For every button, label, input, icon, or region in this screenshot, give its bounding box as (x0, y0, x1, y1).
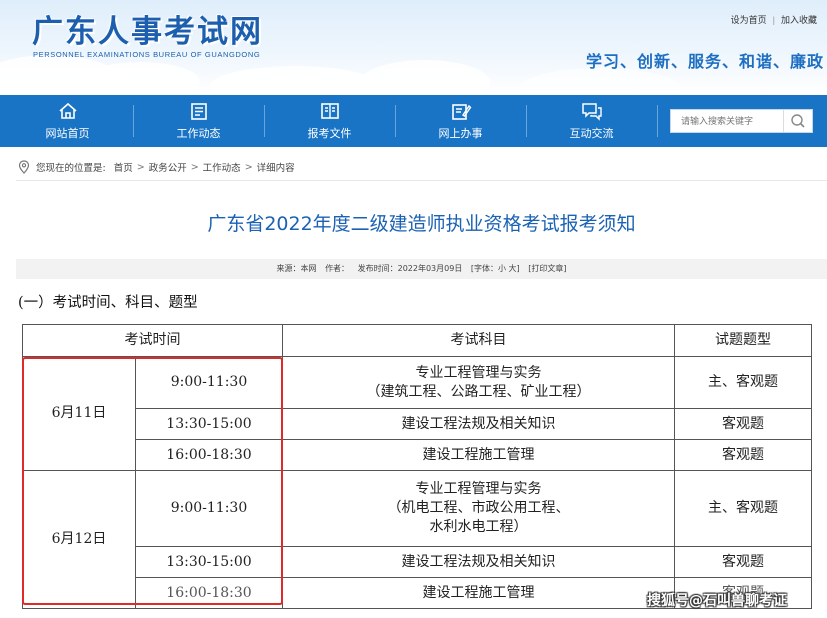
exam-subject-cell: 建设工程法规及相关知识 (282, 546, 675, 578)
exam-schedule-table: 考试时间 考试科目 试题题型 6月11日 9:00-11:30 专业工程管理与实… (22, 324, 812, 609)
exam-date-cell: 6月12日 (22, 470, 136, 609)
search-icon (791, 114, 805, 128)
link-separator: | (772, 15, 775, 25)
table-row: 16:00-18:30 建设工程施工管理 客观题 (23, 439, 812, 471)
question-type-cell: 客观题 (674, 439, 812, 471)
location-pin-icon (18, 160, 30, 174)
document-icon (320, 103, 339, 119)
nav-item-news[interactable]: 工作动态 (133, 95, 264, 147)
breadcrumb-separator: > (190, 161, 199, 173)
top-links: 设为首页 | 加入收藏 (725, 13, 817, 26)
nav-item-online-service[interactable]: 网上办事 (395, 95, 526, 147)
breadcrumb-separator: > (244, 161, 253, 173)
article-meta: 来源：本网 作者： 发布时间：2022年03月09日 [字体：小 大] [打印文… (16, 259, 827, 279)
news-icon (190, 103, 207, 120)
nav-divider (657, 105, 658, 137)
exam-time-cell: 16:00-18:30 (135, 439, 283, 471)
article-source: 来源：本网 (276, 264, 317, 273)
nav-item-documents[interactable]: 报考文件 (264, 95, 395, 147)
source-watermark: 搜狐号@石叫兽聊考证 (647, 593, 787, 609)
breadcrumb-separator: > (136, 161, 145, 173)
nav-item-label: 互动交流 (569, 127, 614, 140)
table-row: 6月11日 9:00-11:30 专业工程管理与实务 （建筑工程、公路工程、矿业… (22, 356, 812, 471)
exam-date-cell: 6月11日 (22, 356, 136, 471)
set-homepage-link[interactable]: 设为首页 (731, 15, 767, 25)
exam-subject-cell: 建设工程施工管理 (282, 439, 675, 471)
question-type-cell: 主、客观题 (674, 356, 812, 409)
exam-subject-cell: 建设工程施工管理 (282, 577, 675, 609)
site-header: 广东人事考试网 PERSONNEL EXAMINATIONS BUREAU OF… (0, 0, 827, 95)
cloud-decoration (520, 68, 680, 95)
font-size-toggle[interactable]: [字体：小 大] (471, 264, 520, 273)
exam-time-cell: 9:00-11:30 (135, 356, 283, 409)
search-input[interactable] (671, 110, 783, 132)
nav-item-interaction[interactable]: 互动交流 (526, 95, 657, 147)
edit-icon (451, 104, 471, 120)
breadcrumb-prefix: 您现在的位置是: (36, 163, 106, 174)
subject-line: （机电工程、市政公用工程、 (387, 500, 570, 517)
header-exam-time: 考试时间 (22, 324, 283, 357)
section-heading: (一）考试时间、科目、题型 (18, 295, 198, 311)
cloud-decoration (360, 60, 490, 95)
nav-item-label: 网上办事 (438, 127, 483, 140)
home-icon (58, 102, 77, 119)
site-search (670, 109, 813, 133)
exam-time-cell: 9:00-11:30 (135, 470, 283, 547)
site-logo-subtitle: PERSONNEL EXAMINATIONS BUREAU OF GUANGDO… (33, 50, 261, 59)
table-row: 13:30-15:00 建设工程法规及相关知识 客观题 (23, 408, 812, 440)
print-article-link[interactable]: [打印文章] (528, 264, 566, 273)
table-row: 13:30-15:00 建设工程法规及相关知识 客观题 (23, 546, 812, 578)
subject-line: 专业工程管理与实务 (415, 481, 542, 498)
exam-time-cell: 16:00-18:30 (135, 577, 283, 609)
exam-time-cell: 13:30-15:00 (135, 408, 283, 440)
exam-subject-cell: 专业工程管理与实务 （建筑工程、公路工程、矿业工程） (282, 356, 675, 409)
article-date: 发布时间：2022年03月09日 (357, 264, 463, 273)
breadcrumb-item-public-affairs[interactable]: 政务公开 (149, 160, 187, 174)
breadcrumb-item-detail: 详细内容 (256, 163, 295, 174)
article-author: 作者： (325, 264, 350, 273)
subject-line: 专业工程管理与实务 (415, 364, 542, 381)
article-title: 广东省2022年度二级建造师执业资格考试报考须知 (207, 213, 636, 235)
cloud-decoration (80, 62, 200, 95)
article-header: 广东省2022年度二级建造师执业资格考试报考须知 来源：本网 作者： 发布时间：… (16, 180, 827, 281)
search-button[interactable] (783, 110, 812, 132)
nav-item-label: 网站首页 (45, 127, 90, 140)
exam-time-cell: 13:30-15:00 (135, 546, 283, 578)
table-row: 6月12日 9:00-11:30 专业工程管理与实务 （机电工程、市政公用工程、… (22, 470, 812, 609)
exam-subject-cell: 建设工程法规及相关知识 (282, 408, 675, 440)
site-slogan: 学习、创新、服务、和谐、廉政 (585, 52, 824, 71)
question-type-cell: 主、客观题 (674, 470, 812, 547)
cloud-decoration (210, 66, 380, 95)
breadcrumb-item-work-news[interactable]: 工作动态 (203, 160, 241, 174)
header-exam-subject: 考试科目 (282, 324, 675, 357)
nav-item-label: 工作动态 (176, 127, 221, 140)
add-favorite-link[interactable]: 加入收藏 (781, 15, 817, 25)
table-header-row: 考试时间 考试科目 试题题型 (22, 324, 812, 357)
site-logo-title[interactable]: 广东人事考试网 (32, 6, 263, 51)
breadcrumb: 您现在的位置是: 首页 > 政务公开 > 工作动态 > 详细内容 (18, 160, 295, 174)
header-question-type: 试题题型 (674, 324, 812, 357)
subject-line: （建筑工程、公路工程、矿业工程） (366, 383, 591, 400)
chat-icon (581, 103, 602, 121)
breadcrumb-item-home[interactable]: 首页 (114, 160, 133, 174)
nav-item-home[interactable]: 网站首页 (2, 95, 133, 147)
question-type-cell: 客观题 (674, 408, 812, 440)
subject-line: 水利水电工程） (429, 518, 528, 535)
nav-item-label: 报考文件 (307, 127, 352, 140)
question-type-cell: 客观题 (674, 546, 812, 578)
exam-subject-cell: 专业工程管理与实务 （机电工程、市政公用工程、 水利水电工程） (282, 470, 675, 547)
